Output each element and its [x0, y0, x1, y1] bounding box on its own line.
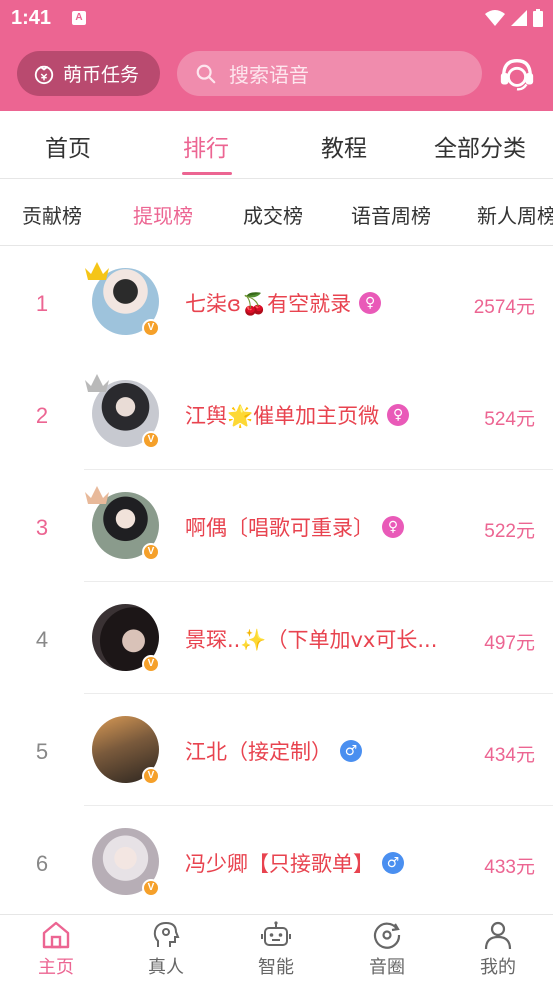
tab-tutorial[interactable]: 教程 — [321, 129, 367, 163]
person-voice-icon — [153, 921, 180, 947]
user-name[interactable]: 江北（接定制） ♂ — [185, 736, 362, 766]
verified-badge: V — [142, 879, 160, 897]
female-icon: ♀ — [382, 516, 404, 538]
signal-icon — [511, 10, 527, 26]
male-icon: ♂ — [340, 740, 362, 762]
battery-icon — [533, 9, 543, 27]
coin-task-label: 萌币任务 — [63, 64, 140, 86]
subtab-newcomer-weekly[interactable]: 新人周榜 — [477, 200, 553, 229]
verified-badge: V — [142, 319, 160, 337]
profile-icon — [484, 921, 512, 950]
ranking-row[interactable]: 6 V 冯少卿【只接歌单】 ♂ 433元 — [0, 806, 553, 914]
user-name[interactable]: 啊偶〔唱歌可重录〕 ♀ — [185, 512, 404, 542]
music-circle-icon — [373, 922, 401, 949]
robot-icon — [261, 921, 291, 946]
customer-service-icon[interactable] — [498, 55, 536, 93]
rank-number: 2 — [35, 403, 49, 428]
female-icon: ♀ — [387, 404, 410, 426]
ranking-row[interactable]: 4 V 景琛..✨（下单加vx可长... 497元 — [0, 582, 553, 694]
tab-home[interactable]: 首页 — [45, 129, 91, 163]
app-header: 1:41 A 萌币任务 搜索语音 — [0, 0, 553, 111]
tab-ranking[interactable]: 排行 — [183, 129, 229, 163]
tab-all-categories[interactable]: 全部分类 — [434, 129, 526, 163]
withdrawal-amount: 524元 — [484, 409, 535, 430]
ranking-row[interactable]: 3 V 啊偶〔唱歌可重录〕 ♀ 522元 — [0, 470, 553, 582]
withdrawal-amount: 522元 — [484, 521, 535, 542]
rank-number: 1 — [35, 291, 49, 316]
subtab-deals[interactable]: 成交榜 — [243, 200, 303, 229]
home-icon — [42, 921, 70, 949]
ranking-subtabs: 贡献榜 提现榜 成交榜 语音周榜 新人周榜 — [0, 179, 553, 245]
notification-icon: A — [72, 11, 86, 25]
nav-home[interactable]: 主页 — [16, 919, 96, 979]
nav-label: 我的 — [480, 957, 516, 978]
withdrawal-amount: 497元 — [484, 633, 535, 654]
search-placeholder: 搜索语音 — [229, 63, 309, 87]
status-icons — [485, 8, 543, 28]
ranking-row[interactable]: 2 V 江舆🌟催单加主页微 ♀ 524元 — [0, 358, 553, 470]
bottom-navigation: 主页 真人 智能 音圈 我的 — [0, 914, 553, 984]
ranking-list: 1 V 七柒ɞ🍒有空就录 ♀ 2574元 2 V 江舆🌟催单加主页微 ♀ 524元 … — [0, 246, 553, 914]
user-name[interactable]: 景琛..✨（下单加vx可长... — [185, 624, 437, 654]
female-icon: ♀ — [359, 292, 382, 314]
search-input[interactable]: 搜索语音 — [177, 51, 482, 96]
rank-number: 6 — [35, 851, 49, 876]
verified-badge: V — [142, 655, 160, 673]
user-name[interactable]: 江舆🌟催单加主页微 ♀ — [185, 400, 410, 430]
ranking-row[interactable]: 1 V 七柒ɞ🍒有空就录 ♀ 2574元 — [0, 246, 553, 358]
nav-real-person[interactable]: 真人 — [126, 919, 206, 979]
nav-profile[interactable]: 我的 — [458, 919, 538, 979]
nav-smart[interactable]: 智能 — [236, 919, 316, 979]
coin-task-button[interactable]: 萌币任务 — [17, 51, 160, 96]
subtab-contribution[interactable]: 贡献榜 — [22, 200, 82, 229]
status-bar: 1:41 A — [0, 0, 553, 36]
verified-badge: V — [142, 543, 160, 561]
verified-badge: V — [142, 767, 160, 785]
rank-number: 5 — [35, 739, 49, 764]
withdrawal-amount: 434元 — [484, 745, 535, 766]
gold-crown-icon — [85, 262, 109, 280]
coin-bag-icon — [34, 65, 54, 84]
rank-number: 3 — [35, 515, 49, 540]
male-icon: ♂ — [382, 852, 404, 874]
bronze-crown-icon — [85, 486, 109, 504]
active-tab-indicator — [182, 172, 232, 175]
nav-label: 主页 — [38, 957, 74, 978]
nav-label: 智能 — [258, 957, 294, 978]
ranking-row[interactable]: 5 V 江北（接定制） ♂ 434元 — [0, 694, 553, 806]
nav-music-circle[interactable]: 音圈 — [347, 919, 427, 979]
subtab-voice-weekly[interactable]: 语音周榜 — [351, 200, 431, 229]
rank-number: 4 — [35, 627, 49, 652]
main-tabs: 首页 排行 教程 全部分类 — [0, 111, 553, 179]
status-time: 1:41 — [11, 7, 52, 29]
user-name[interactable]: 七柒ɞ🍒有空就录 ♀ — [185, 288, 382, 318]
withdrawal-amount: 2574元 — [473, 297, 535, 318]
verified-badge: V — [142, 431, 160, 449]
silver-crown-icon — [85, 374, 109, 392]
nav-label: 真人 — [148, 957, 184, 978]
withdrawal-amount: 433元 — [484, 857, 535, 878]
nav-label: 音圈 — [369, 957, 405, 978]
wifi-icon — [485, 10, 505, 26]
user-name[interactable]: 冯少卿【只接歌单】 ♂ — [185, 848, 404, 878]
subtab-withdrawal[interactable]: 提现榜 — [133, 200, 193, 229]
search-icon — [196, 64, 216, 83]
